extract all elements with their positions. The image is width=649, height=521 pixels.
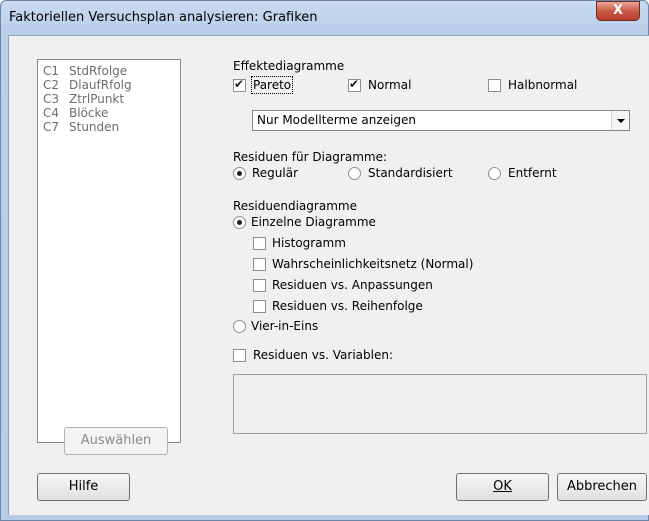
vs-variables-label[interactable]: Residuen vs. Variablen: xyxy=(253,348,393,362)
terms-dropdown-value: Nur Modellterme anzeigen xyxy=(257,113,416,127)
four-in-one-radio[interactable] xyxy=(233,320,246,333)
normal-prob-label[interactable]: Wahrscheinlichkeitsnetz (Normal) xyxy=(272,257,473,271)
dialog-body: C1 StdRfolge C2 DlaufRfolg C3 ZtrlPunkt C4 B… xyxy=(8,35,649,515)
normal-label[interactable]: Normal xyxy=(368,78,411,92)
vs-fits-label[interactable]: Residuen vs. Anpassungen xyxy=(272,278,433,292)
dialog-window: Faktoriellen Versuchsplan analysieren: G… xyxy=(0,0,649,521)
title-bar[interactable]: Faktoriellen Versuchsplan analysieren: G… xyxy=(1,1,648,35)
variable-column-id: C4 xyxy=(43,106,60,120)
variable-name: ZtrlPunkt xyxy=(69,92,125,106)
variable-name: StdRfolge xyxy=(69,64,128,78)
close-button[interactable]: X xyxy=(596,1,640,21)
pareto-label[interactable]: Pareto xyxy=(250,76,294,94)
select-button[interactable]: Auswählen xyxy=(64,427,168,455)
list-item[interactable]: C1 StdRfolge xyxy=(43,64,127,78)
histogram-label[interactable]: Histogramm xyxy=(272,236,346,250)
variable-name: Blöcke xyxy=(69,106,109,120)
vs-variables-checkbox[interactable] xyxy=(233,349,246,362)
deleted-label[interactable]: Entfernt xyxy=(508,166,557,180)
vs-order-label[interactable]: Residuen vs. Reihenfolge xyxy=(272,299,423,313)
normal-checkbox[interactable] xyxy=(348,77,361,92)
residual-plots-heading: Residuendiagramme xyxy=(233,199,357,213)
effects-heading: Effektediagramme xyxy=(233,59,345,73)
variable-list[interactable]: C1 StdRfolge C2 DlaufRfolg C3 ZtrlPunkt C4 B… xyxy=(37,59,181,443)
variable-column-id: C1 xyxy=(43,64,60,78)
chevron-down-icon[interactable] xyxy=(611,111,629,130)
histogram-checkbox[interactable] xyxy=(253,237,266,250)
variable-column-id: C2 xyxy=(43,78,60,92)
pareto-checkbox[interactable] xyxy=(233,77,246,92)
vs-order-checkbox[interactable] xyxy=(253,300,266,313)
normal-prob-checkbox[interactable] xyxy=(253,258,266,271)
cancel-button[interactable]: Abbrechen xyxy=(557,473,647,501)
variable-name: DlaufRfolg xyxy=(69,78,132,92)
residuals-type-heading: Residuen für Diagramme: xyxy=(233,150,388,164)
variable-column-id: C3 xyxy=(43,92,60,106)
window-title: Faktoriellen Versuchsplan analysieren: G… xyxy=(9,10,318,25)
variable-column-id: C7 xyxy=(43,120,60,134)
regular-radio[interactable] xyxy=(233,167,246,180)
standardized-radio[interactable] xyxy=(348,167,361,180)
individual-plots-radio[interactable] xyxy=(233,216,246,229)
halfnormal-checkbox[interactable] xyxy=(488,79,501,92)
terms-dropdown[interactable]: Nur Modellterme anzeigen xyxy=(252,110,630,131)
regular-label[interactable]: Regulär xyxy=(252,166,298,180)
ok-button[interactable]: OK xyxy=(456,473,549,501)
variable-name: Stunden xyxy=(69,120,120,134)
vs-fits-checkbox[interactable] xyxy=(253,279,266,292)
help-button[interactable]: Hilfe xyxy=(37,473,130,501)
list-item[interactable]: C2 DlaufRfolg xyxy=(43,78,132,92)
list-item[interactable]: C4 Blöcke xyxy=(43,106,108,120)
vs-variables-input[interactable] xyxy=(233,374,647,434)
list-item[interactable]: C3 ZtrlPunkt xyxy=(43,92,124,106)
close-icon: X xyxy=(612,3,624,18)
deleted-radio[interactable] xyxy=(488,167,501,180)
standardized-label[interactable]: Standardisiert xyxy=(368,166,453,180)
individual-plots-label[interactable]: Einzelne Diagramme xyxy=(251,215,376,229)
halfnormal-label[interactable]: Halbnormal xyxy=(508,78,577,92)
list-item[interactable]: C7 Stunden xyxy=(43,120,119,134)
four-in-one-label[interactable]: Vier-in-Eins xyxy=(251,319,318,333)
